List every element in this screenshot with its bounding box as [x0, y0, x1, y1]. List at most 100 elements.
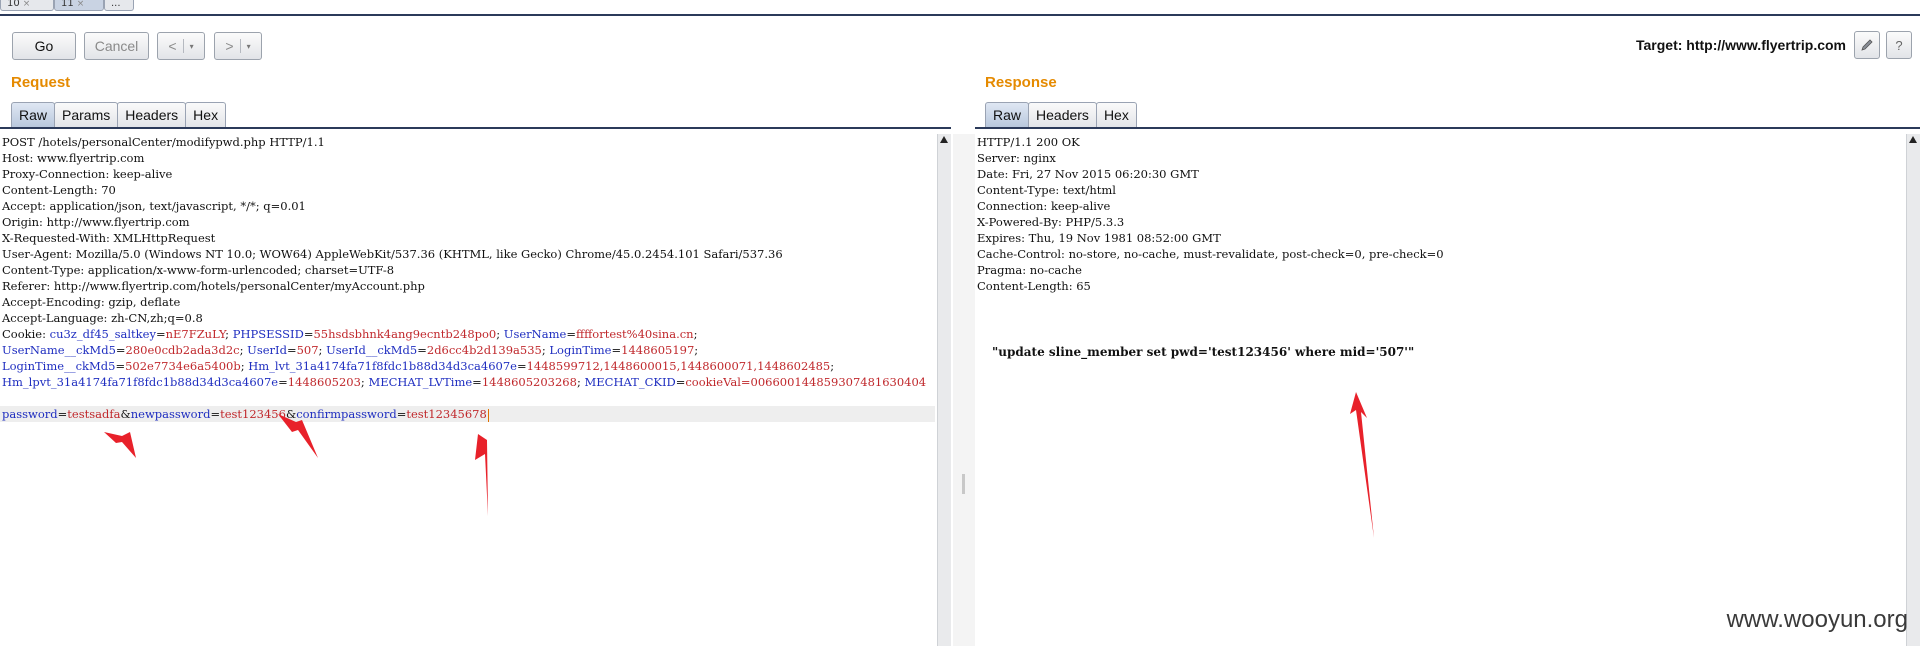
- scroll-up-arrow-icon[interactable]: [940, 136, 948, 143]
- document-tab-label: 11: [61, 0, 74, 9]
- cookie-value: 507: [296, 343, 319, 357]
- header-line: Content-Length: 65: [977, 279, 1091, 293]
- help-icon: ?: [1895, 37, 1903, 53]
- chevron-down-icon: ▾: [189, 41, 194, 51]
- cancel-button[interactable]: Cancel: [84, 32, 149, 60]
- cookie-key: LoginTime: [549, 343, 612, 357]
- back-arrow-icon: <: [168, 38, 177, 54]
- header-line: POST /hotels/personalCenter/modifypwd.ph…: [2, 135, 325, 149]
- header-line: Referer: http://www.flyertrip.com/hotels…: [2, 279, 425, 293]
- request-scrollbar[interactable]: [937, 134, 951, 646]
- header-line: Proxy-Connection: keep-alive: [2, 167, 173, 181]
- go-button[interactable]: Go: [12, 32, 76, 60]
- cookie-key: UserName: [503, 327, 567, 341]
- pane-splitter[interactable]: [953, 134, 975, 646]
- cookie-value: 1448599712,1448600015,1448600071,1448602…: [526, 359, 831, 373]
- header-line: Expires: Thu, 19 Nov 1981 08:52:00 GMT: [977, 231, 1221, 245]
- param-value: test12345678: [406, 407, 487, 421]
- close-icon[interactable]: ×: [77, 0, 85, 9]
- cookie-label: Cookie:: [2, 327, 50, 341]
- header-line: Content-Type: application/x-www-form-url…: [2, 263, 395, 277]
- pencil-icon: [1861, 39, 1873, 51]
- document-tab-strip: 10 × 11 × ...: [0, 0, 1920, 16]
- cookie-key: UserId: [247, 343, 287, 357]
- watermark: www.wooyun.org: [1726, 606, 1908, 633]
- param-key: confirmpassword: [296, 407, 397, 421]
- cookie-value: 1448605203268: [481, 375, 577, 389]
- document-tab-label: 10: [7, 0, 20, 9]
- request-header-lines: POST /hotels/personalCenter/modifypwd.ph…: [0, 134, 935, 326]
- chevron-down-icon: ▾: [246, 41, 251, 51]
- header-line: User-Agent: Mozilla/5.0 (Windows NT 10.0…: [2, 247, 783, 261]
- header-line: Cache-Control: no-store, no-cache, must-…: [977, 247, 1444, 261]
- document-tab-more[interactable]: ...: [104, 0, 134, 11]
- cookie-value: 1448605197: [621, 343, 695, 357]
- header-line: Server: nginx: [977, 151, 1056, 165]
- target-label: Target: http://www.flyertrip.com: [1635, 37, 1846, 53]
- cookie-line: LoginTime__ckMd5=502e7734e6a5400b; Hm_lv…: [2, 359, 838, 373]
- scroll-up-arrow-icon[interactable]: [1909, 136, 1917, 143]
- response-editor[interactable]: HTTP/1.1 200 OK Server: nginx Date: Fri, 2…: [975, 134, 1905, 646]
- tab-underline: [0, 127, 951, 129]
- response-tabs: Raw Headers Hex: [985, 102, 1137, 128]
- header-line: HTTP/1.1 200 OK: [977, 135, 1080, 149]
- cookie-line: Hm_lpvt_31a4174fa71f8fdc1b88d34d3ca4607e…: [2, 375, 927, 389]
- header-line: Origin: http://www.flyertrip.com: [2, 215, 190, 229]
- cookie-value: nE7FZuLY: [165, 327, 226, 341]
- request-title: Request: [11, 74, 71, 91]
- tab-headers[interactable]: Headers: [1028, 102, 1097, 127]
- request-body-line: password=testsadfa&newpassword=test12345…: [0, 406, 935, 422]
- header-line: Host: www.flyertrip.com: [2, 151, 145, 165]
- cookie-key: UserId__ckMd5: [326, 343, 418, 357]
- request-tabs: Raw Params Headers Hex: [11, 102, 227, 128]
- header-line: X-Requested-With: XMLHttpRequest: [2, 231, 216, 245]
- tab-raw[interactable]: Raw: [11, 102, 56, 127]
- cookie-key: PHPSESSID: [232, 327, 304, 341]
- document-tab-10[interactable]: 10 ×: [0, 0, 54, 11]
- back-button[interactable]: < ▾: [157, 32, 205, 60]
- help-button[interactable]: ?: [1886, 31, 1912, 59]
- header-line: Pragma: no-cache: [977, 263, 1082, 277]
- cookie-value: 2d6cc4b2d139a535: [426, 343, 542, 357]
- tab-raw[interactable]: Raw: [985, 102, 1030, 127]
- edit-target-button[interactable]: [1854, 31, 1880, 59]
- header-line: Content-Type: text/html: [977, 183, 1116, 197]
- forward-arrow-icon: >: [225, 38, 234, 54]
- cookie-line: UserName__ckMd5=280e0cdb2ada3d2c; UserId…: [2, 343, 702, 357]
- button-separator: [182, 39, 184, 53]
- response-scrollbar[interactable]: [1906, 134, 1920, 646]
- document-tab-11[interactable]: 11 ×: [54, 0, 104, 11]
- cookie-key: LoginTime__ckMd5: [2, 359, 116, 373]
- param-key: newpassword: [130, 407, 211, 421]
- response-body-text: "update sline_member set pwd='test123456…: [992, 345, 1415, 359]
- text-caret: [487, 408, 489, 422]
- header-line: Accept-Encoding: gzip, deflate: [2, 295, 181, 309]
- document-tab-label: ...: [111, 0, 121, 9]
- cookie-key: cu3z_df45_saltkey: [49, 327, 156, 341]
- request-editor[interactable]: POST /hotels/personalCenter/modifypwd.ph…: [0, 134, 935, 646]
- cookie-key: UserName__ckMd5: [2, 343, 116, 357]
- tab-hex[interactable]: Hex: [1095, 102, 1137, 127]
- cookie-key: MECHAT_LVTime: [368, 375, 473, 389]
- forward-button[interactable]: > ▾: [214, 32, 262, 60]
- response-title: Response: [985, 74, 1057, 91]
- button-separator: [239, 39, 241, 53]
- header-line: Accept: application/json, text/javascrip…: [2, 199, 306, 213]
- cookie-value: 280e0cdb2ada3d2c: [125, 343, 240, 357]
- header-line: Date: Fri, 27 Nov 2015 06:20:30 GMT: [977, 167, 1199, 181]
- header-line: X-Powered-By: PHP/5.3.3: [977, 215, 1125, 229]
- cookie-value: cookieVal=006600144859307481630404: [685, 375, 927, 389]
- cookie-line: Cookie: cu3z_df45_saltkey=nE7FZuLY; PHPS…: [2, 327, 702, 341]
- splitter-grip-icon[interactable]: [962, 474, 965, 494]
- cookie-value: ffffortest%40sina.cn: [575, 327, 694, 341]
- close-icon[interactable]: ×: [23, 0, 31, 9]
- cookie-value: 1448605203: [287, 375, 361, 389]
- tab-params[interactable]: Params: [54, 102, 119, 127]
- header-line: Connection: keep-alive: [977, 199, 1111, 213]
- tab-headers[interactable]: Headers: [117, 102, 187, 127]
- header-line: Accept-Language: zh-CN,zh;q=0.8: [2, 311, 203, 325]
- cookie-key: Hm_lvt_31a4174fa71f8fdc1b88d34d3ca4607e: [248, 359, 517, 373]
- param-key: password: [2, 407, 58, 421]
- tab-hex[interactable]: Hex: [185, 102, 227, 127]
